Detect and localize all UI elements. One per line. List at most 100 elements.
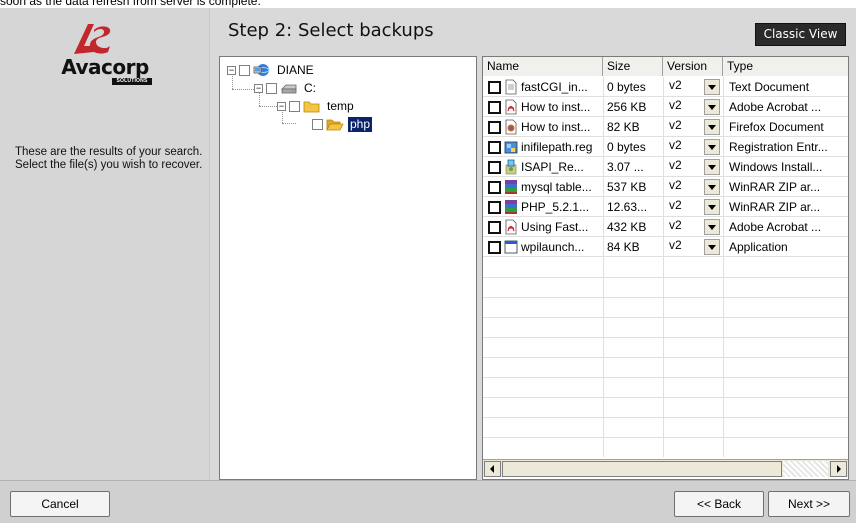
left-panel: Avacorp SOLUTIONS These are the results … — [0, 8, 210, 480]
file-type: WinRAR ZIP ar... — [729, 200, 821, 214]
file-type: Application — [729, 240, 788, 254]
scroll-thumb[interactable] — [502, 461, 782, 477]
file-name: How to inst... — [521, 100, 591, 114]
file-type: Text Document — [729, 80, 810, 94]
column-header-version[interactable]: Version — [663, 57, 723, 76]
file-size: 432 KB — [607, 220, 647, 234]
table-row[interactable]: How to inst... 256 KB v2 Adobe Acrobat .… — [483, 97, 848, 117]
version-dropdown-icon[interactable] — [704, 79, 720, 95]
tree-node-temp[interactable]: − temp — [277, 97, 356, 115]
table-row[interactable]: PHP_5.2.1... 12.63... v2 WinRAR ZIP ar..… — [483, 197, 848, 217]
file-type: WinRAR ZIP ar... — [729, 180, 821, 194]
file-name: How to inst... — [521, 120, 591, 134]
horizontal-scrollbar[interactable] — [483, 459, 848, 477]
installer-icon — [505, 159, 517, 175]
row-checkbox[interactable] — [488, 201, 501, 214]
table-row[interactable]: ISAPI_Re... 3.07 ... v2 Windows Install.… — [483, 157, 848, 177]
scroll-left-icon[interactable] — [484, 461, 501, 477]
pdf-icon — [505, 99, 517, 115]
folder-tree[interactable]: − DIANE − C: − temp php — [219, 56, 477, 480]
collapse-icon[interactable]: − — [254, 83, 263, 93]
file-version: v2 — [669, 218, 682, 232]
row-checkbox[interactable] — [488, 81, 501, 94]
version-dropdown-icon[interactable] — [704, 199, 720, 215]
tree-connector — [259, 106, 277, 107]
column-header-size[interactable]: Size — [603, 57, 663, 76]
scroll-track[interactable] — [783, 461, 828, 477]
version-dropdown-icon[interactable] — [704, 99, 720, 115]
winrar-icon — [505, 200, 517, 214]
logo: Avacorp SOLUTIONS — [30, 20, 180, 90]
file-version: v2 — [669, 238, 682, 252]
pdf-icon — [505, 219, 517, 235]
file-type: Adobe Acrobat ... — [729, 220, 822, 234]
logo-text: Avacorp — [61, 55, 149, 79]
table-row[interactable]: fastCGI_in... 0 bytes v2 Text Document — [483, 77, 848, 97]
tree-node-php[interactable]: php — [312, 115, 373, 133]
table-row[interactable]: Using Fast... 432 KB v2 Adobe Acrobat ..… — [483, 217, 848, 237]
tree-node-c-drive[interactable]: − C: — [254, 79, 318, 97]
tree-node-label: C: — [304, 80, 316, 95]
grid-line — [483, 397, 848, 398]
file-version: v2 — [669, 198, 682, 212]
file-type: Firefox Document — [729, 120, 824, 134]
version-dropdown-icon[interactable] — [704, 219, 720, 235]
tree-checkbox[interactable] — [266, 82, 277, 94]
file-name: Using Fast... — [521, 220, 589, 234]
file-size: 84 KB — [607, 240, 640, 254]
row-checkbox[interactable] — [488, 161, 501, 174]
drive-icon — [281, 84, 297, 94]
grid-line — [483, 357, 848, 358]
column-header-type[interactable]: Type — [723, 57, 848, 76]
collapse-icon[interactable]: − — [277, 101, 286, 111]
tree-checkbox[interactable] — [312, 118, 323, 130]
tree-connector — [282, 123, 296, 124]
row-checkbox[interactable] — [488, 241, 501, 254]
scroll-right-icon[interactable] — [830, 461, 847, 477]
file-version: v2 — [669, 78, 682, 92]
text-document-icon — [505, 79, 517, 95]
file-version: v2 — [669, 118, 682, 132]
row-checkbox[interactable] — [488, 221, 501, 234]
table-row[interactable]: How to inst... 82 KB v2 Firefox Document — [483, 117, 848, 137]
file-version: v2 — [669, 158, 682, 172]
list-header: Name Size Version Type — [483, 57, 848, 76]
back-button[interactable]: << Back — [674, 491, 764, 517]
row-checkbox[interactable] — [488, 101, 501, 114]
grid-line — [483, 317, 848, 318]
cancel-button[interactable]: Cancel — [10, 491, 110, 517]
tree-checkbox[interactable] — [289, 100, 300, 112]
row-checkbox[interactable] — [488, 141, 501, 154]
file-size: 537 KB — [607, 180, 647, 194]
tree-node-label: php — [348, 116, 373, 132]
tree-checkbox[interactable] — [239, 64, 250, 76]
file-size: 0 bytes — [607, 80, 646, 94]
table-row[interactable]: inifilepath.reg 0 bytes v2 Registration … — [483, 137, 848, 157]
table-row[interactable]: wpilaunch... 84 KB v2 Application — [483, 237, 848, 257]
file-size: 3.07 ... — [607, 160, 644, 174]
row-checkbox[interactable] — [488, 121, 501, 134]
grid-line — [483, 297, 848, 298]
grid-line — [483, 377, 848, 378]
row-checkbox[interactable] — [488, 181, 501, 194]
file-version: v2 — [669, 138, 682, 152]
version-dropdown-icon[interactable] — [704, 139, 720, 155]
version-dropdown-icon[interactable] — [704, 239, 720, 255]
application-icon — [504, 240, 518, 254]
collapse-icon[interactable]: − — [227, 65, 236, 75]
cancel-button-label: Cancel — [41, 497, 79, 511]
network-computer-icon — [253, 64, 270, 76]
table-row[interactable]: mysql table... 537 KB v2 WinRAR ZIP ar..… — [483, 177, 848, 197]
file-version: v2 — [669, 98, 682, 112]
file-list[interactable]: Name Size Version Type fastCGI_in... 0 b… — [482, 56, 849, 480]
classic-view-button[interactable]: Classic View — [755, 23, 846, 46]
next-button[interactable]: Next >> — [768, 491, 850, 517]
file-name: fastCGI_in... — [521, 80, 588, 94]
tree-node-diane[interactable]: − DIANE — [227, 61, 316, 79]
tree-connector — [232, 89, 254, 90]
version-dropdown-icon[interactable] — [704, 119, 720, 135]
version-dropdown-icon[interactable] — [704, 159, 720, 175]
file-size: 12.63... — [607, 200, 648, 214]
version-dropdown-icon[interactable] — [704, 179, 720, 195]
column-header-name[interactable]: Name — [483, 57, 603, 76]
